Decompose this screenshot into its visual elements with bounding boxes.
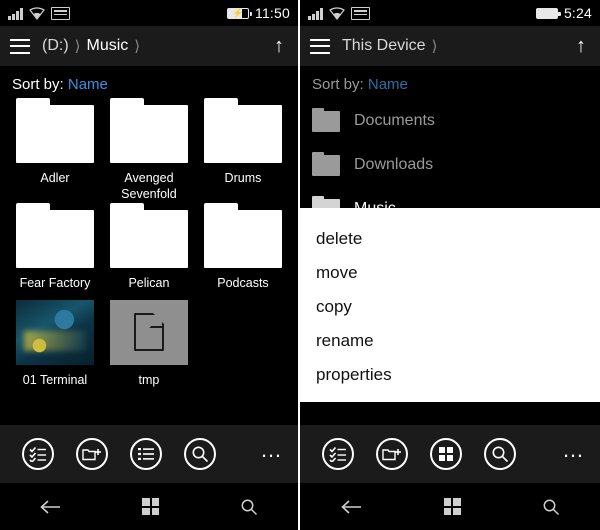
chevron-right-icon: ⟩ <box>74 38 81 55</box>
breadcrumb-folder[interactable]: Music <box>87 37 129 55</box>
right-nav-bar <box>300 483 600 530</box>
grid-item-label: Drums <box>224 171 262 185</box>
folder-icon <box>109 203 188 269</box>
sort-value[interactable]: Name <box>68 76 108 93</box>
file-grid: Adler Avenged Sevenfold Drums Fear Facto… <box>0 98 298 397</box>
folder-icon <box>312 151 340 176</box>
wifi-icon <box>29 6 45 20</box>
grid-item-label: tmp <box>138 372 160 387</box>
status-left-icons <box>8 6 70 20</box>
folder-icon <box>312 107 340 132</box>
sim-card-icon <box>351 6 370 20</box>
back-arrow-icon[interactable] <box>40 499 62 514</box>
left-command-bar: … <box>0 425 298 483</box>
select-checklist-icon[interactable] <box>322 438 354 470</box>
battery-icon <box>535 7 561 19</box>
signal-bars-icon <box>8 7 23 20</box>
up-arrow-icon[interactable]: ↑ <box>576 36 590 56</box>
chevron-right-icon: ⟩ <box>431 38 438 55</box>
left-sort-row: Sort by: Name <box>0 66 298 99</box>
folder-icon <box>15 98 94 163</box>
sort-label: Sort by: <box>312 76 364 93</box>
list-view-icon[interactable] <box>130 438 162 470</box>
status-clock: 11:50 <box>255 5 290 21</box>
context-menu-item-copy[interactable]: copy <box>300 290 600 324</box>
new-folder-icon[interactable] <box>376 438 408 470</box>
status-clock: 5:24 <box>563 5 592 21</box>
windows-start-icon[interactable] <box>142 498 160 515</box>
right-app-bar: This Device ⟩ ↑ <box>300 26 600 66</box>
up-arrow-icon[interactable]: ↑ <box>274 36 288 56</box>
grid-item-label: Adler <box>40 171 70 185</box>
grid-item-label: Avenged Sevenfold <box>121 171 177 201</box>
grid-item[interactable]: Drums <box>196 98 290 202</box>
command-buttons <box>314 438 562 470</box>
folder-icon <box>109 98 188 163</box>
right-phone-screen: 5:24 This Device ⟩ ↑ Sort by: Name Docum… <box>300 0 600 530</box>
file-icon <box>109 299 188 365</box>
hamburger-menu-icon[interactable] <box>10 38 30 54</box>
select-checklist-icon[interactable] <box>22 438 54 470</box>
right-sort-row: Sort by: Name <box>300 66 600 99</box>
grid-item[interactable]: Avenged Sevenfold <box>102 98 196 202</box>
grid-item-label: Pelican <box>128 276 170 291</box>
sim-card-icon <box>51 6 70 20</box>
left-status-bar: ⚡ 11:50 <box>0 0 298 26</box>
dual-screenshot-container: ⚡ 11:50 (D:) ⟩ Music ⟩ ↑ Sort by: Name A… <box>0 0 600 530</box>
search-icon[interactable] <box>184 438 216 470</box>
left-app-bar: (D:) ⟩ Music ⟩ ↑ <box>0 26 298 66</box>
grid-item-label: 01 Terminal <box>22 372 88 387</box>
sort-value[interactable]: Name <box>368 76 408 93</box>
grid-item[interactable]: Adler <box>8 98 102 202</box>
sort-label: Sort by: <box>12 76 64 93</box>
context-menu-item-properties[interactable]: properties <box>300 358 600 392</box>
chevron-right-icon: ⟩ <box>134 38 141 55</box>
search-icon[interactable] <box>542 498 560 516</box>
ellipsis-icon[interactable]: … <box>562 439 586 469</box>
right-command-bar: … <box>300 425 600 483</box>
context-menu-item-rename[interactable]: rename <box>300 324 600 358</box>
windows-start-icon[interactable] <box>443 498 461 515</box>
breadcrumb-drive[interactable]: (D:) <box>42 37 69 55</box>
wifi-icon <box>329 6 345 20</box>
status-right-icons: 5:24 <box>535 5 592 21</box>
folder-icon <box>203 98 282 163</box>
context-menu: delete move copy rename properties <box>300 208 600 402</box>
breadcrumb: (D:) ⟩ Music ⟩ <box>42 37 142 55</box>
grid-item[interactable]: Fear Factory <box>8 203 102 292</box>
grid-item-label: Fear Factory <box>19 276 91 291</box>
new-folder-icon[interactable] <box>76 438 108 470</box>
context-menu-item-move[interactable]: move <box>300 256 600 290</box>
hamburger-menu-icon[interactable] <box>310 38 330 54</box>
context-menu-item-delete[interactable]: delete <box>300 222 600 256</box>
left-phone-screen: ⚡ 11:50 (D:) ⟩ Music ⟩ ↑ Sort by: Name A… <box>0 0 300 530</box>
image-thumbnail <box>15 299 94 365</box>
grid-item[interactable]: 01 Terminal <box>8 299 102 389</box>
left-nav-bar <box>0 483 298 530</box>
list-item[interactable]: Documents <box>312 99 588 143</box>
folder-icon <box>15 203 94 269</box>
signal-bars-icon <box>308 7 323 20</box>
grid-item[interactable]: Pelican <box>102 203 196 292</box>
tile-view-icon[interactable] <box>430 438 462 470</box>
status-left-icons <box>308 6 370 20</box>
grid-item-label: Podcasts <box>217 276 269 291</box>
status-right-icons: ⚡ 11:50 <box>227 5 290 21</box>
list-item-label: Downloads <box>354 156 434 173</box>
right-status-bar: 5:24 <box>300 0 600 26</box>
search-icon[interactable] <box>484 438 516 470</box>
search-icon[interactable] <box>240 498 258 516</box>
back-arrow-icon[interactable] <box>340 499 363 514</box>
list-item-label: Documents <box>354 112 435 129</box>
breadcrumb: This Device ⟩ <box>342 37 439 55</box>
folder-icon <box>203 203 282 269</box>
grid-item[interactable]: Podcasts <box>196 203 290 292</box>
list-item[interactable]: Downloads <box>312 143 588 187</box>
ellipsis-icon[interactable]: … <box>260 439 284 469</box>
battery-charging-icon: ⚡ <box>227 7 252 19</box>
grid-item[interactable]: tmp <box>102 299 196 389</box>
command-buttons <box>14 438 260 470</box>
breadcrumb-root[interactable]: This Device <box>342 37 426 55</box>
